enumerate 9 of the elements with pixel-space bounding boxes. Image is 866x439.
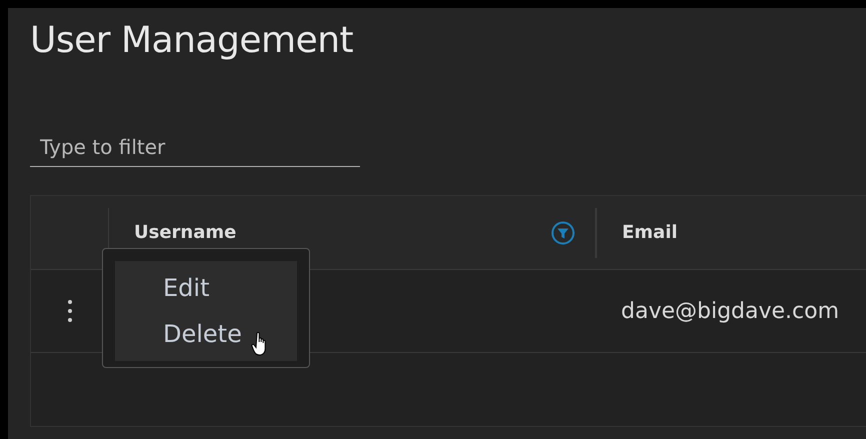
column-header: Username xyxy=(134,222,236,243)
column-header: Email xyxy=(622,222,678,243)
menu-item[interactable]: Delete xyxy=(115,313,297,359)
more-options-icon[interactable] xyxy=(66,299,72,323)
filter-input[interactable]: Type to filter xyxy=(30,127,360,167)
page-title: User Management xyxy=(30,19,354,61)
table-cell: dave@bigdave.com xyxy=(621,298,840,324)
menu-item[interactable]: Edit xyxy=(115,267,297,313)
filter-icon[interactable] xyxy=(551,220,575,244)
